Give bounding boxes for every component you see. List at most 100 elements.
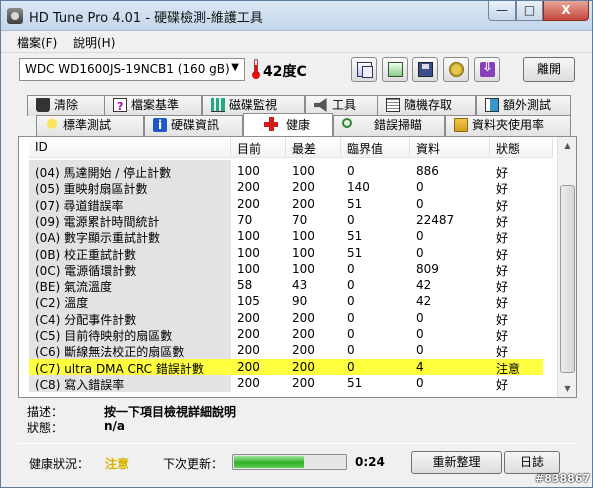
tab-erase[interactable]: 清除 bbox=[27, 95, 113, 116]
minimize-button[interactable]: — bbox=[488, 1, 516, 21]
health-table[interactable]: ID 目前 最差 臨界值 資料 狀態 (04) 馬達開始 / 停止計數 100 10… bbox=[18, 136, 577, 398]
table-row[interactable]: (0B) 校正重試計數 100 100 51 0 好 bbox=[29, 245, 543, 262]
drive-select-value: WDC WD1600JS-19NCB1 (160 gB) bbox=[25, 62, 230, 76]
table-row[interactable]: (09) 電源累計時間統計 70 70 0 22487 好 bbox=[29, 212, 543, 229]
scroll-up-icon[interactable]: ▲ bbox=[558, 137, 577, 154]
tab-folder-usage[interactable]: 資料夾使用率 bbox=[445, 115, 571, 136]
drive-select[interactable]: WDC WD1600JS-19NCB1 (160 gB) ▼ bbox=[19, 58, 245, 81]
update-countdown: 0:24 bbox=[355, 455, 385, 469]
cell-threshold: 0 bbox=[347, 164, 355, 178]
paste-icon bbox=[388, 62, 403, 77]
tab-error-scan[interactable]: 錯誤掃瞄 bbox=[333, 115, 445, 136]
cell-data: 0 bbox=[416, 196, 424, 211]
cell-threshold: 0 bbox=[347, 294, 355, 309]
refresh-button[interactable]: 重新整理 bbox=[411, 451, 502, 474]
table-row[interactable]: (04) 馬達開始 / 停止計數 100 100 0 886 好 bbox=[29, 163, 543, 180]
cell-threshold: 51 bbox=[347, 375, 363, 390]
download-button[interactable] bbox=[474, 57, 500, 82]
download-icon bbox=[480, 60, 495, 77]
update-progress-fill bbox=[234, 456, 305, 468]
cell-worst: 200 bbox=[292, 310, 315, 325]
cell-current: 200 bbox=[237, 180, 260, 195]
cell-data: 22487 bbox=[416, 212, 455, 227]
maximize-button[interactable]: □ bbox=[516, 1, 543, 21]
column-header-id[interactable]: ID bbox=[29, 137, 231, 158]
table-row[interactable]: (C2) 溫度 105 90 0 42 好 bbox=[29, 293, 543, 310]
scrollbar-thumb[interactable] bbox=[560, 185, 575, 373]
save-icon bbox=[418, 62, 433, 77]
column-header-worst[interactable]: 最差 bbox=[286, 137, 341, 158]
cell-data: 0 bbox=[416, 343, 424, 358]
cell-threshold: 0 bbox=[347, 343, 355, 358]
speaker-icon bbox=[314, 98, 327, 112]
table-row[interactable]: (C6) 斷線無法校正的扇區數 200 200 0 0 好 bbox=[29, 342, 543, 359]
description-value: 按一下項目檢視詳細說明 bbox=[104, 405, 237, 419]
options-icon bbox=[449, 62, 464, 77]
cell-data: 809 bbox=[416, 261, 439, 276]
table-row[interactable]: (0C) 電源循環計數 100 100 0 809 好 bbox=[29, 261, 543, 278]
cell-current: 200 bbox=[237, 343, 260, 358]
thermometer-icon bbox=[252, 59, 260, 79]
table-row[interactable]: (BE) 氣流溫度 58 43 0 42 好 bbox=[29, 277, 543, 294]
cell-current: 200 bbox=[237, 375, 260, 390]
table-row[interactable]: (C4) 分配事件計數 200 200 0 0 好 bbox=[29, 310, 543, 327]
cell-data: 0 bbox=[416, 310, 424, 325]
table-row[interactable]: (07) 尋道錯誤率 200 200 51 0 好 bbox=[29, 196, 543, 213]
copy-icon bbox=[357, 62, 373, 78]
close-button[interactable]: X bbox=[543, 1, 589, 21]
table-row[interactable]: (C8) 寫入錯誤率 200 200 51 0 好 bbox=[29, 375, 543, 392]
cell-worst: 200 bbox=[292, 180, 315, 195]
health-status-value: 注意 bbox=[105, 457, 130, 471]
table-row[interactable]: (0A) 數字顯示重試計數 100 100 51 0 好 bbox=[29, 228, 543, 245]
cell-threshold: 0 bbox=[347, 278, 355, 293]
copy-button[interactable] bbox=[351, 57, 377, 82]
extra-tests-icon bbox=[485, 98, 499, 112]
temperature-readout: 42度C bbox=[263, 64, 307, 80]
dropdown-arrow-icon: ▼ bbox=[231, 62, 239, 73]
folder-icon bbox=[454, 118, 468, 132]
tab-extra-tests[interactable]: 額外測試 bbox=[476, 95, 571, 116]
column-header-threshold[interactable]: 臨界值 bbox=[341, 137, 410, 158]
cell-status: 好 bbox=[496, 377, 509, 392]
table-row[interactable]: (C7) ultra DMA CRC 錯誤計數 200 200 0 4 注意 bbox=[29, 358, 543, 376]
vertical-scrollbar[interactable]: ▲ ▼ bbox=[557, 137, 576, 397]
save-button[interactable] bbox=[412, 57, 438, 82]
tab-file-benchmark[interactable]: 檔案基準 bbox=[104, 95, 202, 116]
cell-current: 200 bbox=[237, 359, 260, 374]
cell-current: 100 bbox=[237, 261, 260, 276]
options-button[interactable] bbox=[443, 57, 469, 82]
scroll-down-icon[interactable]: ▼ bbox=[558, 380, 577, 397]
log-button[interactable]: 日誌 bbox=[504, 451, 560, 474]
cell-data: 0 bbox=[416, 375, 424, 390]
cell-current: 100 bbox=[237, 164, 260, 178]
tab-random-access[interactable]: 隨機存取 bbox=[377, 95, 476, 116]
column-header-data[interactable]: 資料 bbox=[410, 137, 490, 158]
column-header-status[interactable]: 狀態 bbox=[490, 137, 553, 158]
paste-button[interactable] bbox=[382, 57, 408, 82]
lightbulb-icon bbox=[45, 118, 59, 132]
cell-data: 0 bbox=[416, 245, 424, 260]
app-icon bbox=[7, 8, 23, 24]
cell-threshold: 0 bbox=[347, 212, 355, 227]
cell-data: 886 bbox=[416, 164, 439, 178]
menu-file[interactable]: 檔案(F) bbox=[17, 34, 57, 51]
cell-data: 0 bbox=[416, 229, 424, 244]
table-row[interactable]: (05) 重映射扇區計數 200 200 140 0 好 bbox=[29, 179, 543, 196]
title-bar[interactable]: HD Tune Pro 4.01 - 硬碟檢測-維護工具 — □ X bbox=[1, 1, 592, 31]
menu-help[interactable]: 說明(H) bbox=[73, 34, 115, 51]
health-status-label: 健康狀況： bbox=[29, 457, 90, 471]
exit-button[interactable]: 離開 bbox=[523, 57, 575, 82]
cell-threshold: 0 bbox=[347, 359, 355, 374]
column-header-current[interactable]: 目前 bbox=[231, 137, 286, 158]
divider bbox=[18, 443, 577, 444]
cell-worst: 43 bbox=[292, 278, 308, 293]
cell-current: 200 bbox=[237, 327, 260, 341]
table-row[interactable]: (C5) 目前待映射的扇區數 200 200 0 0 好 bbox=[29, 326, 543, 343]
cell-data: 4 bbox=[416, 359, 424, 374]
tab-health[interactable]: 健康 bbox=[243, 113, 333, 136]
bar-chart-icon bbox=[211, 98, 225, 112]
tab-disk-info[interactable]: 硬碟資訊 bbox=[144, 115, 243, 136]
item-status-value: n/a bbox=[104, 419, 126, 433]
cell-data: 0 bbox=[416, 327, 424, 341]
tab-benchmark[interactable]: 標準測試 bbox=[36, 115, 144, 136]
